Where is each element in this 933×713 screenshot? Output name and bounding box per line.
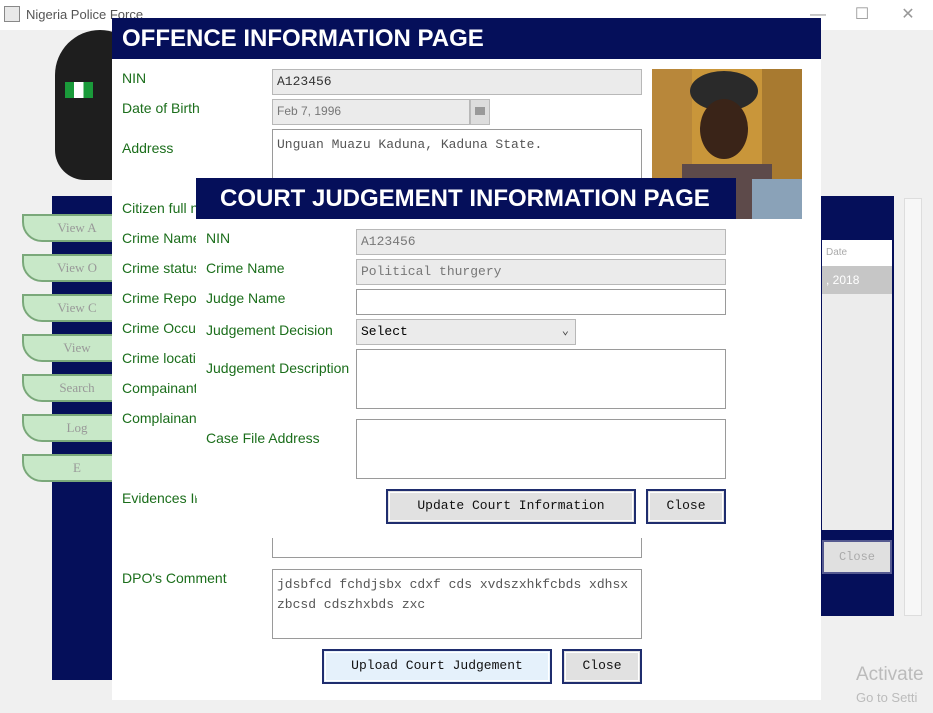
dpo-comment-field[interactable]: jdsbfcd fchdjsbx cdxf cds xvdszxhkfcbds … xyxy=(272,569,642,639)
court-crime-name-label: Crime Name xyxy=(206,260,285,276)
judge-name-label: Judge Name xyxy=(206,290,286,306)
case-file-address-field[interactable] xyxy=(356,419,726,479)
court-close-button[interactable]: Close xyxy=(646,489,726,524)
offence-close-button[interactable]: Close xyxy=(562,649,642,684)
chevron-down-icon: ⌄ xyxy=(561,324,569,338)
crime-name-label: Crime Name xyxy=(122,230,201,246)
close-window-button[interactable]: ✕ xyxy=(896,4,920,26)
java-app-icon xyxy=(4,6,20,22)
background-table-header: Date xyxy=(822,240,892,266)
citizen-name-label: Citizen full na xyxy=(122,200,207,216)
court-nin-field[interactable]: A123456 xyxy=(356,229,726,255)
court-page-title: COURT JUDGEMENT INFORMATION PAGE xyxy=(196,178,736,219)
complainant-label: Compainant xyxy=(122,380,198,396)
upload-court-judgement-button[interactable]: Upload Court Judgement xyxy=(322,649,552,684)
judgement-description-field[interactable] xyxy=(356,349,726,409)
nin-field[interactable]: A123456 xyxy=(272,69,642,95)
judgement-decision-value: Select xyxy=(361,324,408,339)
background-table-row[interactable]: , 2018 xyxy=(822,266,892,294)
dob-field[interactable]: Feb 7, 1996 xyxy=(272,99,470,125)
judgement-decision-select[interactable]: Select ⌄ xyxy=(356,319,576,345)
case-file-address-label: Case File Address xyxy=(206,430,320,446)
crime-report-label: Crime Repor xyxy=(122,290,202,306)
dpo-comment-label: DPO's Comment xyxy=(122,570,227,586)
activate-windows-title: Activate xyxy=(856,664,924,685)
address-label: Address xyxy=(122,140,174,156)
judgement-decision-label: Judgement Decision xyxy=(206,322,333,338)
background-close-button[interactable]: Close xyxy=(822,540,892,574)
judge-name-field[interactable] xyxy=(356,289,726,315)
complainant-phone-label: Complainant xyxy=(122,410,201,426)
evidences-field[interactable] xyxy=(272,538,642,558)
offence-page-title: OFFENCE INFORMATION PAGE xyxy=(112,18,821,59)
evidences-label: Evidences Ir xyxy=(122,490,200,506)
maximize-button[interactable]: ☐ xyxy=(850,4,874,26)
calendar-button[interactable] xyxy=(470,99,490,125)
flag-icon xyxy=(65,82,93,98)
court-judgement-window: COURT JUDGEMENT INFORMATION PAGE NIN A12… xyxy=(196,178,736,498)
calendar-icon xyxy=(475,107,485,115)
activate-windows-subtitle: Go to Setti xyxy=(856,690,918,705)
crime-occur-label: Crime Occur xyxy=(122,320,201,336)
court-crime-name-field[interactable]: Political thurgery xyxy=(356,259,726,285)
nin-label: NIN xyxy=(122,70,147,86)
judgement-description-label: Judgement Description xyxy=(206,360,350,376)
crime-status-label: Crime status xyxy=(122,260,201,276)
crime-location-label: Crime locatio xyxy=(122,350,204,366)
court-nin-label: NIN xyxy=(206,230,231,246)
update-court-information-button[interactable]: Update Court Information xyxy=(386,489,636,524)
dob-label: Date of Birth xyxy=(122,100,200,116)
background-scrollbar[interactable] xyxy=(904,198,922,616)
